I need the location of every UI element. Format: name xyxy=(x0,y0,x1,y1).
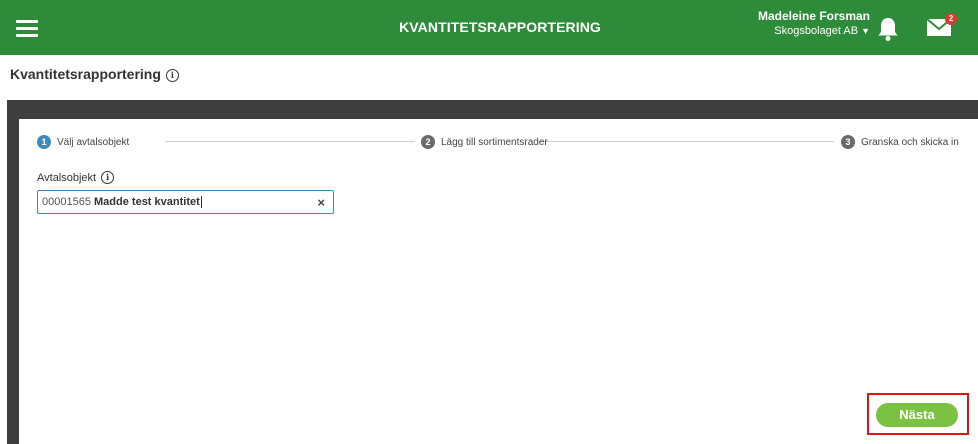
next-button[interactable]: Nästa xyxy=(876,403,958,427)
hamburger-menu-icon[interactable] xyxy=(16,20,38,37)
user-name: Madeleine Forsman xyxy=(757,9,870,23)
caret-down-icon: ▼ xyxy=(861,26,870,36)
step-connector xyxy=(539,141,834,142)
organization-selector[interactable]: Skogsbolaget AB ▼ xyxy=(758,25,870,37)
notifications-bell-icon[interactable] xyxy=(877,16,899,42)
step-1[interactable]: 1 Välj avtalsobjekt xyxy=(37,134,129,150)
step-2[interactable]: 2 Lägg till sortimentsrader xyxy=(421,134,548,150)
step-label: Granska och skicka in xyxy=(861,136,959,148)
user-menu[interactable]: Madeleine Forsman Skogsbolaget AB ▼ xyxy=(758,9,870,37)
step-connector xyxy=(165,141,415,142)
app-title: KVANTITETSRAPPORTERING xyxy=(399,19,601,35)
clear-input-icon[interactable]: × xyxy=(317,195,325,210)
step-3[interactable]: 3 Granska och skicka in xyxy=(841,134,959,150)
step-label: Välj avtalsobjekt xyxy=(57,136,130,148)
text-cursor: ​ xyxy=(200,196,202,208)
top-header: KVANTITETSRAPPORTERING Madeleine Forsman… xyxy=(0,0,978,55)
object-name: Madde test kvantitet xyxy=(94,196,200,208)
object-number: 00001565 xyxy=(42,196,91,208)
step-label: Lägg till sortimentsrader xyxy=(441,136,548,148)
info-icon[interactable]: i xyxy=(101,171,115,184)
wizard-card xyxy=(19,119,978,444)
step-number-badge: 1 xyxy=(37,135,51,149)
organization-name: Skogsbolaget AB xyxy=(774,25,859,37)
field-label-text: Avtalsobjekt xyxy=(37,172,97,184)
input-value: 00001565 Madde test kvantitet​ xyxy=(42,196,202,208)
page-title: Kvantitetsrapportering i xyxy=(10,66,179,82)
page-title-text: Kvantitetsrapportering xyxy=(10,66,161,82)
avtalsobjekt-input[interactable]: 00001565 Madde test kvantitet​ × xyxy=(37,190,334,214)
avtalsobjekt-label: Avtalsobjekt i xyxy=(37,171,115,184)
step-number-badge: 3 xyxy=(841,135,855,149)
mail-count-badge: 2 xyxy=(945,13,957,25)
step-number-badge: 2 xyxy=(421,135,435,149)
info-icon[interactable]: i xyxy=(165,69,179,82)
